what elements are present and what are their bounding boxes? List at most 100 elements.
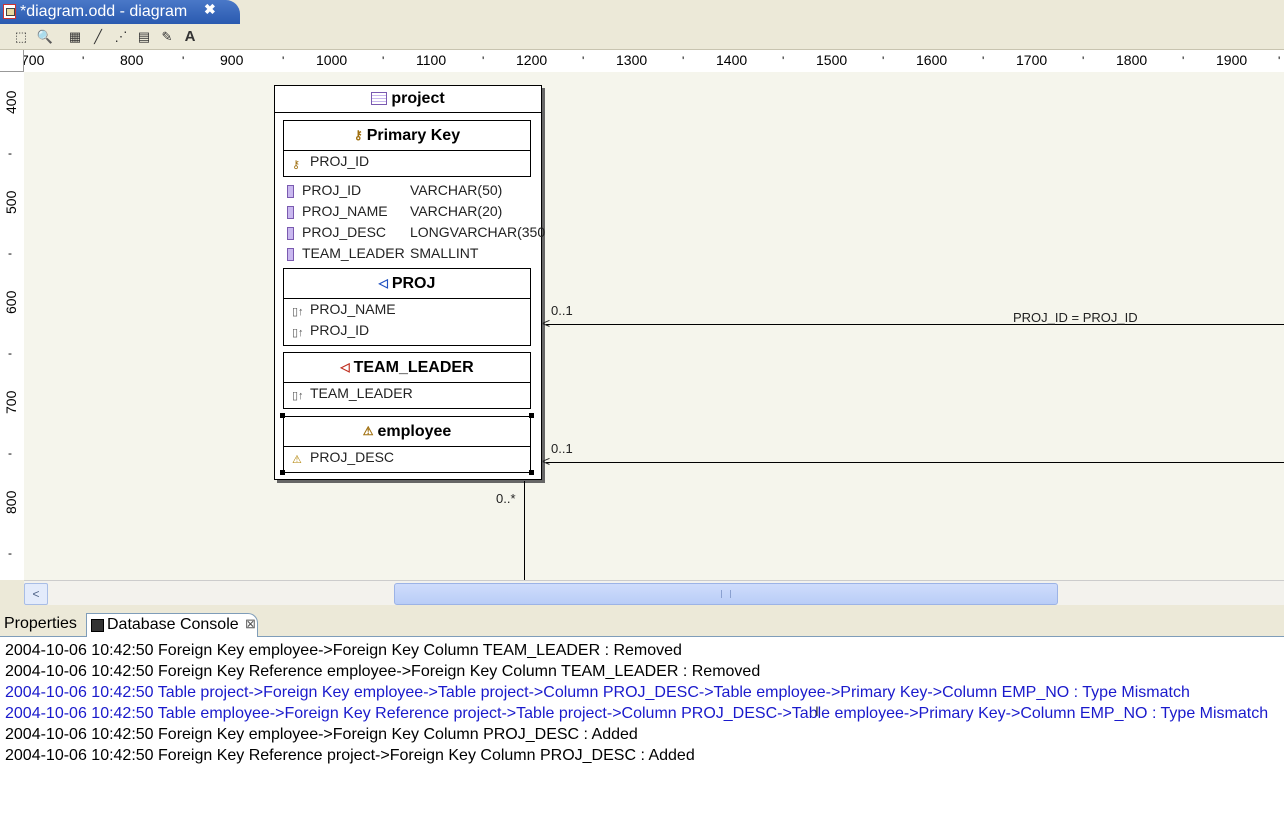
ruler-label: 500 xyxy=(3,190,19,214)
column-row[interactable]: PROJ_ID VARCHAR(50) xyxy=(284,180,542,201)
relation-line[interactable] xyxy=(546,462,1284,463)
ruler-label: 1100 xyxy=(416,52,447,68)
vertical-ruler: 400 - 500 - 600 - 700 - 800 - xyxy=(0,72,25,580)
tab-database-console[interactable]: Database Console ⊠ xyxy=(86,613,258,637)
primary-key-title: ⚷ Primary Key xyxy=(284,121,530,151)
foreign-key-label: PROJ xyxy=(391,275,436,292)
relation-line[interactable] xyxy=(524,481,525,580)
table-tool-icon[interactable]: ▦ xyxy=(66,28,84,46)
ruler-tick: ' xyxy=(1082,54,1085,68)
column-icon xyxy=(287,248,294,261)
column-type: VARCHAR(50) xyxy=(410,182,503,198)
ruler-label: 700 xyxy=(3,390,19,414)
fk-column-name: PROJ_DESC xyxy=(310,449,395,465)
selection-handle[interactable] xyxy=(529,470,534,475)
select-tool-icon[interactable]: ⬚ xyxy=(12,28,30,46)
console-output[interactable]: 2004-10-06 10:42:50 Foreign Key employee… xyxy=(0,637,1284,825)
ruler-label: 1600 xyxy=(916,52,948,68)
column-row[interactable]: TEAM_LEADER SMALLINT xyxy=(284,243,542,264)
log-line: 2004-10-06 10:42:50 Foreign Key Referenc… xyxy=(5,663,761,680)
editor-tab-diagram[interactable]: *diagram.odd - diagram ✖ xyxy=(0,0,240,24)
arrow-head-icon: < xyxy=(542,453,551,469)
fk-column-icon: ▯↑ xyxy=(292,390,304,402)
ruler-corner xyxy=(0,50,24,72)
foreign-key-label: employee xyxy=(377,423,452,440)
table-title: project xyxy=(275,86,541,113)
column-name: PROJ_NAME xyxy=(302,203,388,219)
fk-column-name: PROJ_NAME xyxy=(310,301,396,317)
fk-column-row[interactable]: ▯↑ PROJ_ID xyxy=(284,320,530,341)
selection-handle[interactable] xyxy=(280,470,285,475)
ruler-tick: - xyxy=(8,246,12,260)
ruler-label: 800 xyxy=(120,52,144,68)
ruler-label: 800 xyxy=(3,490,19,514)
ruler-tick: ' xyxy=(1278,54,1281,68)
horizontal-scrollbar[interactable]: < xyxy=(24,580,1284,606)
fk-column-icon: ▯↑ xyxy=(292,327,304,339)
tab-properties[interactable]: Properties xyxy=(0,613,87,635)
close-icon[interactable]: ⊠ xyxy=(245,613,256,635)
primary-key-label: Primary Key xyxy=(366,127,461,144)
column-type: VARCHAR(20) xyxy=(410,203,503,219)
bottom-tab-strip: Properties Database Console ⊠ xyxy=(0,613,1284,637)
fk-column-row[interactable]: ▯↑ TEAM_LEADER xyxy=(284,383,530,404)
selection-handle[interactable] xyxy=(529,413,534,418)
log-line: 2004-10-06 10:42:50 Foreign Key Referenc… xyxy=(5,747,695,764)
ruler-label: 1900 xyxy=(1216,52,1248,68)
ruler-label: 1800 xyxy=(1116,52,1148,68)
foreign-key-box-employee[interactable]: ⚠ employee ⚠ PROJ_DESC xyxy=(283,416,531,473)
text-tool-icon[interactable]: A xyxy=(181,28,199,46)
zoom-tool-icon[interactable]: 🔍 xyxy=(36,28,54,46)
foreign-key-icon: ◁ xyxy=(340,360,350,375)
foreign-key-box-team-leader[interactable]: ◁ TEAM_LEADER ▯↑ TEAM_LEADER xyxy=(283,352,531,409)
ruler-label: 600 xyxy=(3,290,19,314)
palette-toolbar: ⬚ 🔍 ▦ ╱ ⋰ ▤ ✎ A xyxy=(0,25,1284,50)
ruler-tick: ' xyxy=(282,54,285,68)
editor-tab-strip: *diagram.odd - diagram ✖ xyxy=(0,0,1284,26)
column-row[interactable]: PROJ_DESC LONGVARCHAR(350 xyxy=(284,222,546,243)
column-type: SMALLINT xyxy=(410,245,479,261)
connection-tool-icon[interactable]: ╱ xyxy=(89,28,107,46)
ruler-tick: ' xyxy=(782,54,785,68)
note-link-tool-icon[interactable]: ✎ xyxy=(158,28,176,46)
ruler-label: 1500 xyxy=(816,52,848,68)
ruler-tick: - xyxy=(8,146,12,160)
primary-key-box[interactable]: ⚷ Primary Key ⚷ PROJ_ID xyxy=(283,120,531,177)
dashed-connection-tool-icon[interactable]: ⋰ xyxy=(112,28,130,46)
key-icon: ⚷ xyxy=(353,128,363,143)
selection-handle[interactable] xyxy=(280,413,285,418)
log-line: 2004-10-06 10:42:50 Table employee->Fore… xyxy=(5,705,1269,722)
scroll-thumb[interactable] xyxy=(394,583,1058,605)
fk-column-row[interactable]: ⚠ PROJ_DESC xyxy=(284,447,530,468)
log-line: 2004-10-06 10:42:50 Table project->Forei… xyxy=(5,684,1190,701)
console-icon xyxy=(91,619,104,632)
pk-column-name: PROJ_ID xyxy=(310,153,370,169)
note-tool-icon[interactable]: ▤ xyxy=(135,28,153,46)
grip-icon xyxy=(721,590,731,598)
key-icon: ⚷ xyxy=(292,159,301,171)
diagram-canvas[interactable]: project ⚷ Primary Key ⚷ PROJ_ID PROJ_ID VAR… xyxy=(24,72,1284,580)
close-icon[interactable]: ✖ xyxy=(204,1,216,18)
ruler-tick: ' xyxy=(882,54,885,68)
foreign-key-label: TEAM_LEADER xyxy=(353,359,474,376)
column-icon xyxy=(287,227,294,240)
table-name: project xyxy=(391,90,445,107)
ruler-tick: - xyxy=(8,346,12,360)
scroll-left-button[interactable]: < xyxy=(24,583,48,605)
ruler-label: 1700 xyxy=(1016,52,1048,68)
fk-column-name: TEAM_LEADER xyxy=(310,385,413,401)
column-icon xyxy=(287,206,294,219)
relation-label: PROJ_ID = PROJ_ID xyxy=(1013,310,1138,325)
ruler-label: 1400 xyxy=(716,52,748,68)
diagram-file-icon xyxy=(3,4,16,19)
relation-line[interactable] xyxy=(546,324,1284,325)
column-type: LONGVARCHAR(350 xyxy=(410,224,546,240)
table-project[interactable]: project ⚷ Primary Key ⚷ PROJ_ID PROJ_ID VAR… xyxy=(274,85,546,480)
foreign-key-box-proj[interactable]: ◁ PROJ ▯↑ PROJ_NAME ▯↑ PROJ_ID xyxy=(283,268,531,346)
foreign-key-title: ⚠ employee xyxy=(284,417,530,447)
foreign-key-icon: ◁ xyxy=(378,276,388,291)
pk-column-row[interactable]: ⚷ PROJ_ID xyxy=(284,151,530,172)
column-row[interactable]: PROJ_NAME VARCHAR(20) xyxy=(284,201,542,222)
fk-column-row[interactable]: ▯↑ PROJ_NAME xyxy=(284,299,530,320)
arrow-head-icon: < xyxy=(542,315,551,331)
